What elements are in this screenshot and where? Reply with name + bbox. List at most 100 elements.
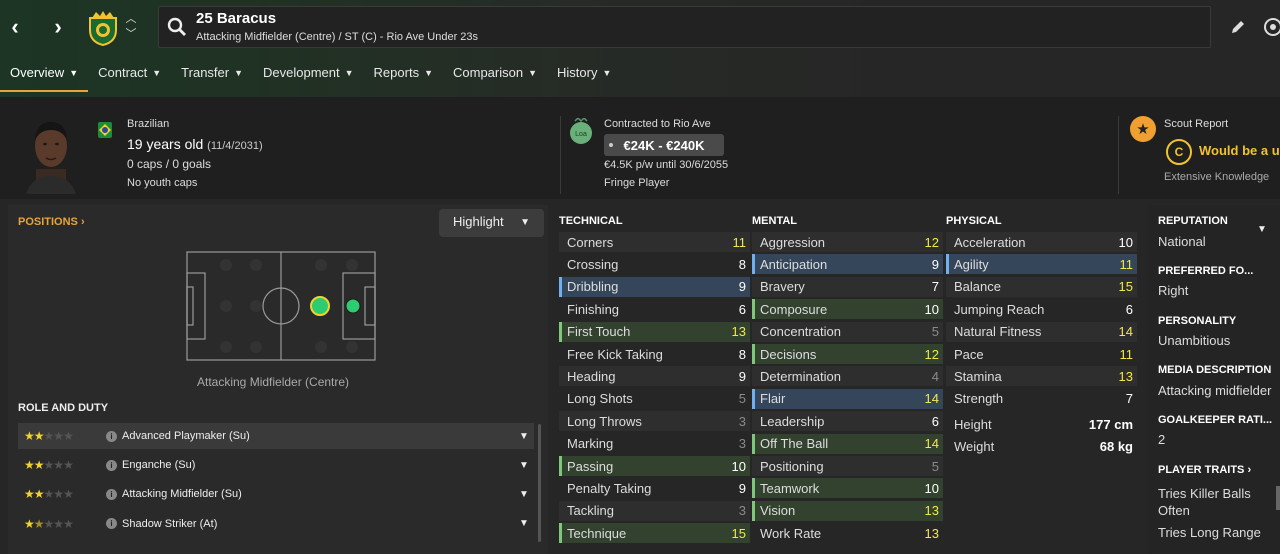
media-description-value: Attacking midfielder — [1158, 383, 1272, 398]
mental-header: MENTAL — [752, 215, 798, 227]
attribute-label: Long Shots — [567, 391, 633, 407]
weight-label: Weight — [954, 438, 995, 454]
position-label: Attacking Midfielder (Centre) — [197, 375, 350, 389]
forward-arrow-icon[interactable]: › — [45, 14, 71, 40]
attribute-value: 3 — [738, 503, 746, 519]
role-row[interactable]: ★★★★★ i Shadow Striker (At) ▼ — [18, 511, 534, 537]
tab-comparison[interactable]: Comparison ▼ — [443, 62, 547, 92]
chevron-down-icon: ▼ — [602, 68, 612, 78]
reputation-value: National — [1158, 234, 1206, 249]
chevron-right-icon: › — [1247, 464, 1252, 476]
attribute-row[interactable]: Strength 7 — [946, 389, 1137, 409]
attribute-row[interactable]: Balance 15 — [946, 276, 1137, 297]
role-row[interactable]: ★★★★★ i Advanced Playmaker (Su) ▼ — [18, 423, 534, 449]
scout-verdict[interactable]: Would be a us — [1199, 143, 1280, 158]
back-arrow-icon[interactable]: ‹ — [2, 14, 28, 40]
attribute-label: Vision — [760, 503, 796, 519]
attribute-label: Work Rate — [760, 525, 822, 541]
attribute-row[interactable]: Corners 11 — [559, 232, 750, 252]
attribute-row[interactable]: Decisions 12 — [752, 344, 943, 364]
attribute-row[interactable]: Tackling 3 — [559, 500, 750, 521]
goalkeeper-rating-value: 2 — [1158, 432, 1166, 447]
attribute-row[interactable]: Bravery 7 — [752, 276, 943, 297]
info-icon[interactable]: i — [106, 459, 117, 471]
attribute-row[interactable]: Finishing 6 — [559, 299, 750, 319]
attribute-row[interactable]: Pace 11 — [946, 344, 1137, 364]
attribute-row[interactable]: Stamina 13 — [946, 366, 1137, 387]
transfer-value-badge[interactable]: €24K - €240K — [604, 134, 724, 156]
scrollbar[interactable] — [538, 424, 541, 542]
attribute-row[interactable]: Flair 14 — [752, 388, 943, 409]
chevron-down-icon[interactable]: ▼ — [514, 489, 534, 500]
highlight-dropdown[interactable]: Highlight ▼ — [439, 209, 544, 237]
chevron-down-icon[interactable]: ▼ — [514, 460, 534, 471]
natural-position-dot[interactable] — [310, 296, 330, 316]
attribute-row[interactable]: Long Shots 5 — [559, 389, 750, 409]
info-icon[interactable]: i — [106, 430, 117, 442]
attribute-value: 3 — [738, 413, 746, 429]
attribute-row[interactable]: Heading 9 — [559, 366, 750, 387]
search-icon[interactable] — [167, 17, 187, 37]
attribute-row[interactable]: Vision 13 — [752, 500, 943, 521]
attribute-row[interactable]: Dribbling 9 — [559, 276, 750, 297]
player-switch-arrows-icon[interactable]: ︿ ﹀ — [124, 12, 138, 46]
player-traits-label: PLAYER TRAITS — [1158, 464, 1245, 476]
role-row[interactable]: ★★★★★ i Enganche (Su) ▼ — [18, 452, 534, 478]
accomplished-position-dot[interactable] — [345, 298, 361, 314]
attribute-value: 6 — [1125, 301, 1133, 317]
edit-pencil-icon[interactable] — [1229, 18, 1247, 36]
attribute-value: 4 — [931, 368, 939, 384]
tab-reports[interactable]: Reports ▼ — [364, 62, 443, 92]
tab-overview[interactable]: Overview ▼ — [0, 62, 89, 92]
club-crest-icon[interactable] — [86, 10, 120, 46]
sidebar-scrollbar[interactable] — [1276, 486, 1280, 510]
chevron-down-icon[interactable]: ▼ — [1257, 224, 1267, 235]
tab-development[interactable]: Development ▼ — [253, 62, 364, 92]
attribute-row[interactable]: Free Kick Taking 8 — [559, 344, 750, 364]
attribute-row[interactable]: Long Throws 3 — [559, 411, 750, 432]
attribute-row[interactable]: Agility 11 — [946, 254, 1137, 275]
attribute-row[interactable]: Passing 10 — [559, 456, 750, 476]
attribute-value: 13 — [924, 525, 939, 541]
attribute-value: 13 — [731, 324, 746, 340]
attribute-value: 7 — [931, 279, 939, 295]
tab-history[interactable]: History ▼ — [547, 62, 621, 92]
tab-transfer[interactable]: Transfer ▼ — [171, 62, 253, 92]
attribute-row[interactable]: Anticipation 9 — [752, 254, 943, 275]
player-traits-link[interactable]: PLAYER TRAITS › — [1158, 464, 1251, 476]
attribute-row[interactable]: Acceleration 10 — [946, 232, 1137, 252]
attribute-row[interactable]: Penalty Taking 9 — [559, 478, 750, 498]
attribute-row[interactable]: Work Rate 13 — [752, 523, 943, 543]
settings-gear-icon[interactable] — [1262, 16, 1280, 38]
chevron-down-icon[interactable]: ▼ — [514, 431, 534, 442]
positions-link[interactable]: POSITIONS › — [18, 216, 85, 228]
info-icon[interactable]: i — [106, 488, 117, 500]
attribute-label: Decisions — [760, 346, 817, 362]
attribute-row[interactable]: Composure 10 — [752, 299, 943, 320]
player-avatar[interactable] — [22, 114, 80, 194]
attribute-label: Determination — [760, 368, 841, 384]
info-icon[interactable]: i — [106, 518, 117, 530]
attribute-row[interactable]: Crossing 8 — [559, 254, 750, 274]
attribute-row[interactable]: Technique 15 — [559, 523, 750, 544]
attribute-row[interactable]: Marking 3 — [559, 434, 750, 454]
contracted-to-label: Contracted to Rio Ave — [604, 118, 711, 130]
attribute-row[interactable]: Concentration 5 — [752, 321, 943, 342]
attribute-row[interactable]: Jumping Reach 6 — [946, 299, 1137, 319]
attribute-row[interactable]: Leadership 6 — [752, 411, 943, 432]
attribute-value: 5 — [931, 458, 939, 474]
attribute-row[interactable]: Teamwork 10 — [752, 478, 943, 499]
attribute-row[interactable]: Aggression 12 — [752, 232, 943, 252]
height-value: 177 cm — [1088, 416, 1133, 432]
attribute-row[interactable]: Determination 4 — [752, 366, 943, 387]
role-row[interactable]: ★★★★★ i Attacking Midfielder (Su) ▼ — [18, 481, 534, 507]
attribute-row[interactable]: First Touch 13 — [559, 321, 750, 342]
attribute-value: 14 — [924, 436, 939, 452]
role-stars-rating: ★★★★★ — [24, 429, 74, 443]
tab-contract[interactable]: Contract ▼ — [88, 62, 171, 92]
chevron-down-icon[interactable]: ▼ — [514, 518, 534, 529]
attribute-row[interactable]: Positioning 5 — [752, 456, 943, 476]
attribute-row[interactable]: Natural Fitness 14 — [946, 321, 1137, 342]
attribute-row[interactable]: Off The Ball 14 — [752, 433, 943, 454]
attribute-label: Natural Fitness — [954, 324, 1042, 340]
